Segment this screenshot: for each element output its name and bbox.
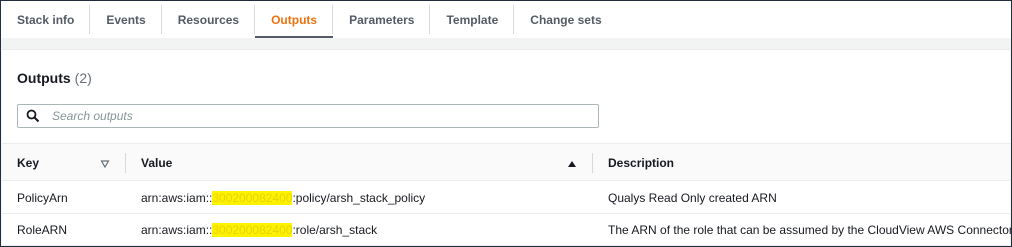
column-divider[interactable] — [592, 153, 593, 173]
stack-outputs-window: Stack info Events Resources Outputs Para… — [0, 0, 1012, 247]
search-input[interactable] — [52, 109, 572, 123]
column-header-value[interactable]: Value — [141, 144, 172, 182]
tab-outputs[interactable]: Outputs — [255, 1, 334, 38]
tab-template[interactable]: Template — [430, 1, 515, 38]
value-prefix: arn:aws:iam:: — [141, 191, 213, 205]
column-description-label: Description — [608, 156, 675, 170]
cell-value: arn:aws:iam:: 300200082400:role/arsh_stac… — [141, 214, 377, 246]
outputs-panel: Outputs(2) Key Value — [2, 49, 1012, 246]
sort-caret-up-icon[interactable] — [567, 158, 577, 168]
column-header-description[interactable]: Description — [608, 144, 674, 182]
cell-value: arn:aws:iam:: 300200082400:policy/arsh_st… — [141, 182, 425, 214]
cell-key: PolicyArn — [17, 191, 68, 205]
search-icon — [26, 109, 40, 123]
stack-tabs: Stack info Events Resources Outputs Para… — [1, 1, 1011, 38]
tab-change-sets[interactable]: Change sets — [514, 1, 617, 38]
redacted-account-id: 300200082400 — [212, 223, 293, 237]
column-header-key[interactable]: Key — [17, 144, 39, 182]
cell-key: RoleARN — [17, 223, 68, 237]
value-suffix: :policy/arsh_stack_policy — [292, 191, 426, 205]
table-row: RoleARN arn:aws:iam:: 300200082400:role/a… — [2, 214, 1012, 246]
value-prefix: arn:aws:iam:: — [141, 223, 213, 237]
search-box[interactable] — [17, 104, 599, 128]
sort-caret-down-icon[interactable] — [100, 158, 110, 169]
outputs-count: (2) — [74, 70, 92, 86]
value-suffix: :role/arsh_stack — [292, 223, 378, 237]
cell-description: Qualys Read Only created ARN — [608, 191, 777, 205]
table-row: PolicyArn arn:aws:iam:: 300200082400:poli… — [2, 182, 1010, 214]
tab-resources[interactable]: Resources — [162, 1, 256, 38]
cell-description: The ARN of the role that can be assumed … — [608, 223, 1012, 237]
column-key-label: Key — [17, 156, 40, 170]
column-divider[interactable] — [125, 153, 126, 173]
tab-stack-info[interactable]: Stack info — [1, 1, 91, 38]
tab-events[interactable]: Events — [90, 1, 163, 38]
outputs-title: Outputs — [17, 70, 71, 86]
tab-parameters[interactable]: Parameters — [333, 1, 431, 38]
column-value-label: Value — [141, 156, 173, 170]
redacted-account-id: 300200082400 — [212, 191, 293, 205]
outputs-heading: Outputs (2) — [17, 70, 92, 86]
table-header: Key Value Description — [2, 143, 1010, 181]
